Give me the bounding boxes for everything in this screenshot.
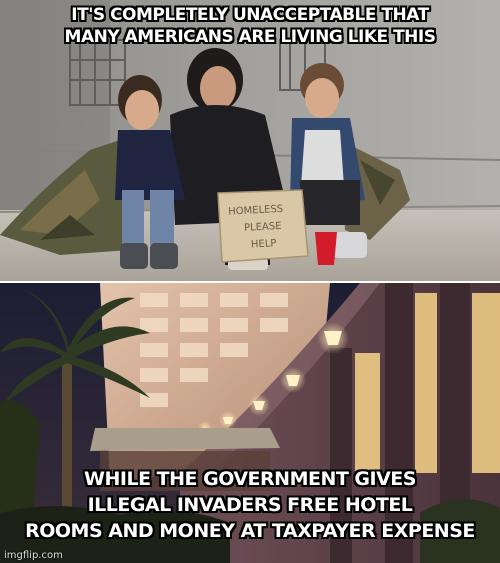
entrance-canopy (90, 428, 280, 451)
sign-line-3: HELP (251, 238, 277, 250)
meme-image: HOMELESS PLEASE HELP IT'S COMPLETELY UNA… (0, 0, 500, 563)
bottom-caption-line-3: ROOMS AND MONEY AT TAXPAYER EXPENSE (25, 520, 475, 542)
imgflip-watermark: imgflip.com (4, 550, 63, 561)
bottom-caption-line-2: ILLEGAL INVADERS FREE HOTEL (87, 494, 413, 516)
bottom-caption-line-1: WHILE THE GOVERNMENT GIVES (84, 468, 416, 490)
cardboard-sign: HOMELESS PLEASE HELP (217, 189, 309, 263)
red-cup (315, 232, 337, 265)
top-caption-line-1: IT'S COMPLETELY UNACCEPTABLE THAT (71, 5, 429, 25)
bottom-caption: WHILE THE GOVERNMENT GIVES ILLEGAL INVAD… (0, 466, 500, 544)
top-caption-line-2: MANY AMERICANS ARE LIVING LIKE THIS (64, 27, 436, 47)
sign-line-2: PLEASE (244, 221, 282, 234)
top-caption: IT'S COMPLETELY UNACCEPTABLE THAT MANY A… (0, 4, 500, 48)
